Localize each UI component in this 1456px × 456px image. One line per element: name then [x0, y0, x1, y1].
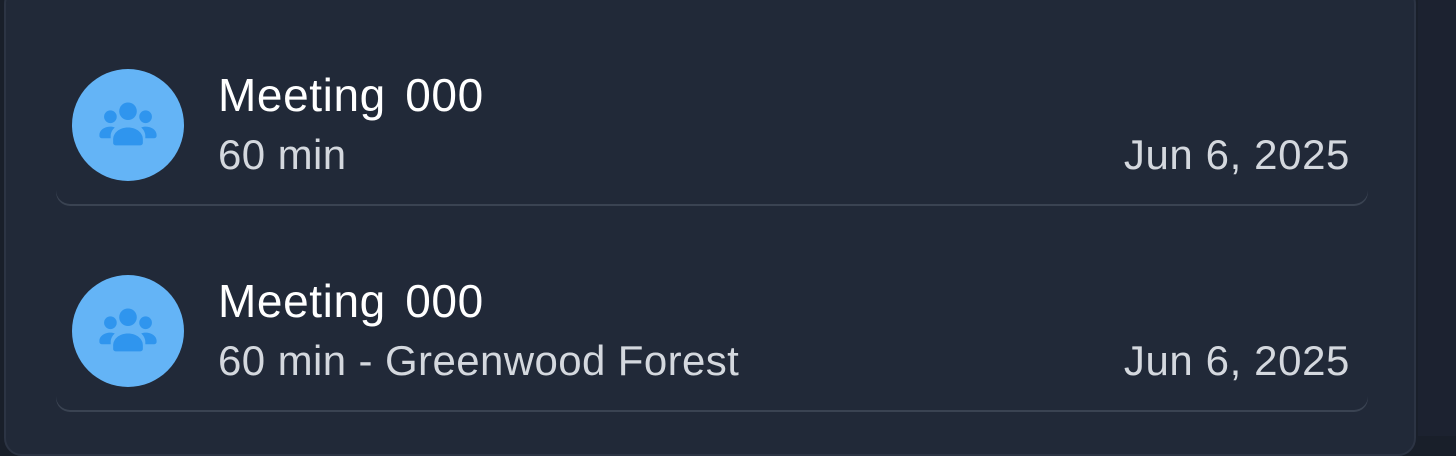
group-icon [99, 102, 157, 146]
meeting-date: Jun 6, 2025 [1123, 337, 1350, 384]
meeting-avatar [72, 69, 184, 181]
window-edge [1418, 0, 1456, 436]
meeting-duration: 60 min [218, 131, 347, 178]
meeting-date: Jun 6, 2025 [1123, 131, 1350, 178]
meeting-list-item[interactable]: Meeting 000 60 min Jun 6, 2025 [56, 56, 1368, 204]
meeting-title: Meeting 000 [218, 275, 484, 327]
meeting-avatar [72, 275, 184, 387]
meeting-list-item[interactable]: Meeting 000 60 min - Greenwood Forest Ju… [56, 262, 1368, 410]
meeting-duration-location: 60 min - Greenwood Forest [218, 337, 740, 384]
meeting-title: Meeting 000 [218, 69, 484, 121]
group-icon [99, 308, 157, 352]
